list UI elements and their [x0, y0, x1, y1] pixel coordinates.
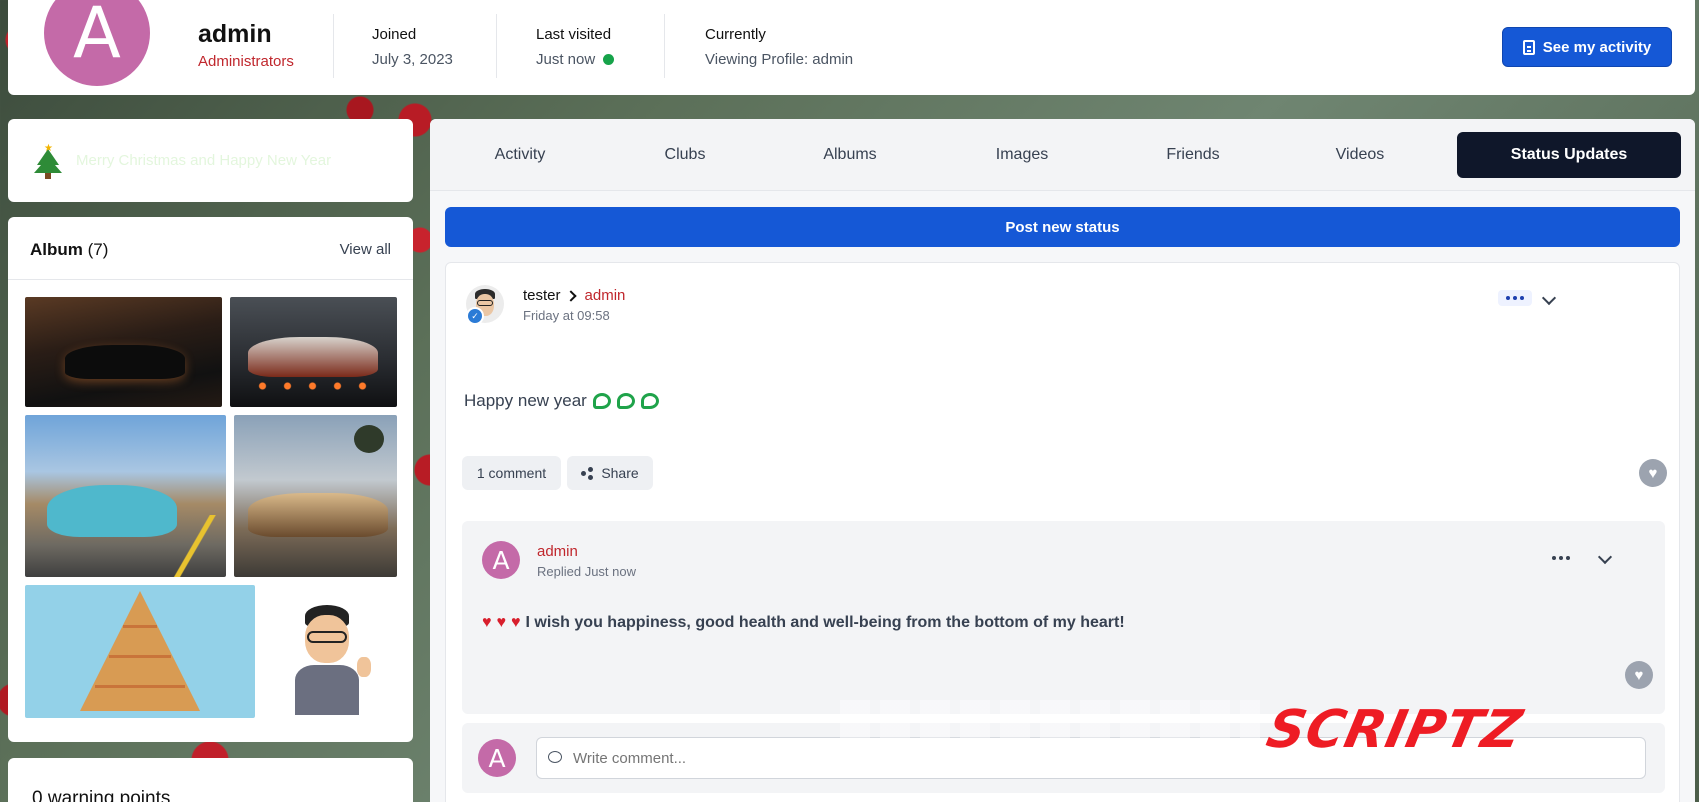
- commenter-avatar[interactable]: A: [478, 739, 516, 777]
- reply-timestamp: Replied Just now: [537, 564, 636, 579]
- online-status-icon: [603, 54, 615, 65]
- tab-activity[interactable]: Activity: [445, 132, 595, 178]
- car-image-shape: [65, 345, 185, 379]
- divider: [664, 14, 665, 78]
- reply-like-heart-icon[interactable]: ♥: [1625, 661, 1653, 689]
- share-label: Share: [601, 465, 639, 481]
- greeting-text: Merry Christmas and Happy New Year: [76, 152, 332, 169]
- album-thumbnail[interactable]: [230, 297, 397, 407]
- heart-emoji-icon: ♥: [482, 614, 492, 631]
- chevron-down-icon[interactable]: [1541, 290, 1557, 306]
- reply-chevron-down-icon[interactable]: [1597, 549, 1613, 565]
- comment-count-button[interactable]: 1 comment: [462, 456, 561, 490]
- car-image-shape: [47, 485, 177, 537]
- poster-line: tester admin: [523, 287, 625, 304]
- album-title: Album (7): [30, 240, 108, 260]
- car-image-shape: [248, 337, 378, 377]
- reply-text-content: I wish you happiness, good health and we…: [525, 614, 1125, 631]
- divider: [333, 14, 334, 78]
- album-thumbnail[interactable]: [25, 585, 255, 718]
- divider: [496, 14, 497, 78]
- post-new-status-button[interactable]: Post new status: [445, 207, 1680, 247]
- comment-bubble-icon: [548, 751, 562, 763]
- more-options-icon[interactable]: [1498, 290, 1532, 306]
- album-thumbnail[interactable]: [25, 297, 222, 407]
- album-card: Album (7) View all: [8, 217, 413, 742]
- status-text: Happy new year: [464, 391, 659, 411]
- last-visited-label: Last visited: [536, 26, 612, 43]
- currently-label: Currently: [705, 26, 766, 43]
- warning-points-text: 0 warning points: [32, 788, 171, 802]
- post-timestamp[interactable]: Friday at 09:58: [523, 308, 610, 323]
- profile-avatar[interactable]: A: [44, 0, 150, 86]
- like-heart-icon[interactable]: ♥: [1639, 459, 1667, 487]
- joined-value: July 3, 2023: [372, 51, 453, 68]
- joined-stat: Joined July 3, 2023: [372, 26, 453, 68]
- greeting-card: ★ Merry Christmas and Happy New Year: [8, 119, 413, 202]
- joined-label: Joined: [372, 26, 417, 43]
- profile-user-block: admin Administrators: [198, 20, 294, 70]
- reply-text: ♥ ♥ ♥ I wish you happiness, good health …: [482, 614, 1125, 632]
- staff-badge-icon: ✓: [466, 307, 484, 325]
- share-icon: [581, 467, 594, 480]
- album-count: (7): [87, 240, 109, 259]
- album-thumbnail[interactable]: [263, 585, 397, 718]
- tab-status-updates[interactable]: Status Updates: [1457, 132, 1681, 178]
- reply-author-link[interactable]: admin: [537, 543, 578, 560]
- christmas-tree-icon: ★: [34, 143, 62, 179]
- profile-tabs: Activity Clubs Albums Images Friends Vid…: [430, 119, 1695, 191]
- tab-videos[interactable]: Videos: [1285, 132, 1435, 178]
- album-title-text: Album: [30, 240, 83, 259]
- heart-emoji-icon: ♥: [496, 614, 507, 631]
- document-icon: [1522, 39, 1535, 55]
- car-image-shape: [248, 493, 388, 537]
- warning-card: 0 warning points: [8, 758, 413, 802]
- currently-value: Viewing Profile: admin: [705, 51, 854, 68]
- album-thumbnail[interactable]: [234, 415, 397, 577]
- emoji-icon: [592, 393, 611, 409]
- heart-emoji-icon: ♥: [511, 614, 521, 631]
- album-view-all-link[interactable]: View all: [340, 241, 391, 258]
- reply-avatar[interactable]: A: [482, 541, 520, 579]
- last-visited-stat: Last visited Just now: [536, 26, 615, 68]
- food-pyramid-shape: [80, 591, 200, 711]
- target-name-link[interactable]: admin: [585, 287, 626, 304]
- see-my-activity-label: See my activity: [1542, 38, 1652, 56]
- memoji-image-shape: [291, 605, 371, 715]
- emoji-icon: [640, 393, 659, 409]
- reply-comment: A admin Replied Just now ♥ ♥ ♥ I wish yo…: [462, 521, 1665, 714]
- tab-clubs[interactable]: Clubs: [610, 132, 760, 178]
- currently-stat: Currently Viewing Profile: admin: [705, 26, 853, 68]
- status-text-content: Happy new year: [464, 391, 587, 410]
- profile-header: A admin Administrators Joined July 3, 20…: [8, 0, 1695, 95]
- watermark-ghost: [840, 700, 1260, 740]
- profile-role[interactable]: Administrators: [198, 53, 294, 70]
- tab-friends[interactable]: Friends: [1118, 132, 1268, 178]
- emoji-icon: [616, 393, 635, 409]
- album-thumbnail[interactable]: [25, 415, 226, 577]
- poster-name-link[interactable]: tester: [523, 287, 561, 304]
- reply-more-options-icon[interactable]: [1552, 556, 1570, 560]
- watermark-logo: SCRIPTZ: [1261, 700, 1528, 760]
- share-button[interactable]: Share: [567, 456, 653, 490]
- last-visited-row: Just now: [536, 51, 615, 68]
- tab-images[interactable]: Images: [947, 132, 1097, 178]
- divider: [8, 279, 413, 280]
- profile-username: admin: [198, 20, 272, 48]
- see-my-activity-button[interactable]: See my activity: [1502, 27, 1672, 67]
- tab-albums[interactable]: Albums: [775, 132, 925, 178]
- chevron-right-icon: [564, 289, 577, 302]
- last-visited-value: Just now: [536, 51, 596, 68]
